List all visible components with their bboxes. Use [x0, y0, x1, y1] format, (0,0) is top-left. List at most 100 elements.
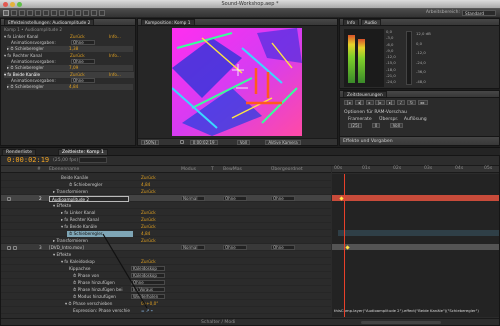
layer-property-row[interactable]: ⏱ Phase von Kaleidoskop: [1, 272, 331, 279]
preview-header: Zeitsteuerungen: [340, 91, 499, 98]
layer-property-row[interactable]: Beide Kanäle Zurück: [1, 174, 331, 181]
layer-property-row[interactable]: ⏱ Phase hinzufügen Ohne: [1, 279, 331, 286]
layer-property-row[interactable]: ▾ ⏱ Phase verschieben 0x+0,0°: [1, 300, 331, 307]
pickwhip-line: [102, 233, 148, 309]
workspace-select[interactable]: Standard: [462, 10, 496, 16]
title-bar: Sound-Workshop.aep *: [0, 0, 500, 9]
trackmatte-select[interactable]: Ohne: [223, 196, 247, 201]
mode-select[interactable]: Normal: [181, 196, 205, 201]
eraser-tool-icon[interactable]: [91, 10, 97, 16]
zoom-tool-icon[interactable]: [19, 10, 25, 16]
slider-value[interactable]: 4,84: [69, 84, 78, 90]
brush-tool-icon[interactable]: [75, 10, 81, 16]
tab-composition[interactable]: Komposition: Komp 1: [141, 19, 195, 25]
tab-audio[interactable]: Audio: [360, 19, 381, 25]
audio-header: Info Audio: [340, 19, 499, 26]
resolution-select[interactable]: Voll: [389, 123, 403, 128]
switches-modes-toggle[interactable]: Schalter / Modi: [201, 320, 235, 325]
skip-field[interactable]: 0: [371, 123, 381, 128]
ram-preview-options[interactable]: Optionen für RAM-Vorschau: [344, 110, 407, 115]
mode-select[interactable]: Normal: [181, 245, 205, 250]
composition-viewer[interactable]: [138, 26, 337, 138]
hand-tool-icon[interactable]: [11, 10, 17, 16]
layer-property-row-selected[interactable]: ⏱ Schieberegler 4,84: [1, 230, 331, 237]
tab-effect-controls[interactable]: Effekteinstellungen: Audioamplitude 2: [4, 19, 95, 25]
timeline-footer: Schalter / Modi: [1, 318, 499, 325]
expression-row[interactable]: Expression: Phase verschie = ↗ ⌁: [1, 307, 331, 314]
prev-frame-button[interactable]: ◂|: [354, 100, 365, 105]
audio-icon[interactable]: [13, 245, 17, 250]
layer-property-row[interactable]: ▸ fx Linker Kanal Zurück: [1, 209, 331, 216]
pan-behind-tool-icon[interactable]: [43, 10, 49, 16]
layer-property-row[interactable]: ▸ fx Rechter Kanal Zurück: [1, 216, 331, 223]
layer-property-row[interactable]: ▾ Effekte: [1, 202, 331, 209]
composition-footer: (50%) 0:00:02:19 Voll Aktive Kamera: [138, 138, 337, 145]
ram-preview-button[interactable]: ▸▸: [417, 100, 428, 105]
effect-row-slider[interactable]: ▸ ⏱ Schieberegler 1,38: [7, 46, 133, 52]
tab-effects-presets[interactable]: Effekte und Vorgaben: [340, 136, 499, 145]
layer-search-input[interactable]: [79, 157, 107, 163]
layer-row[interactable]: 3 [DVD_Intro.mov] Normal Ohne Ohne: [1, 244, 331, 251]
last-frame-button[interactable]: ▸|: [385, 100, 396, 105]
zoom-slider[interactable]: [361, 321, 441, 324]
audio-panel: Info Audio 0,0 -3,0 -6,0 -9,0 -12,0 -15,0 -1…: [339, 18, 500, 89]
layer-bar-dvd-intro[interactable]: [332, 244, 499, 250]
first-frame-button[interactable]: |◂: [344, 100, 354, 105]
mask-tool-icon[interactable]: [51, 10, 57, 16]
expression-text[interactable]: thisComp.layer("Audioamplitude 2").effec…: [334, 307, 497, 314]
snapshot-icon[interactable]: [180, 140, 185, 144]
slider-value[interactable]: 7,09: [69, 65, 78, 71]
current-timecode[interactable]: 0:00:02:19: [7, 156, 49, 164]
preview-panel: Zeitsteuerungen |◂ ◂| ▸ |▸ ▸| ♪ ↻ ▸▸ Opt…: [339, 90, 500, 146]
window-title: Sound-Workshop.aep *: [221, 1, 279, 7]
resolution-select[interactable]: Voll: [236, 140, 251, 145]
current-time-indicator[interactable]: [344, 174, 345, 317]
camera-tool-icon[interactable]: [35, 10, 41, 16]
layer-property-row[interactable]: ▾ Effekte: [1, 251, 331, 258]
layer-property-row[interactable]: ▸ Transformieren Zurück: [1, 237, 331, 244]
layer-name[interactable]: [DVD_Intro.mov]: [49, 244, 84, 251]
layer-property-row[interactable]: ⏱ Schieberegler 4,84: [1, 181, 331, 188]
presets-select[interactable]: Ohne: [71, 59, 95, 64]
zoom-select[interactable]: (50%): [141, 140, 160, 145]
parent-select[interactable]: Ohne: [271, 196, 295, 201]
visibility-icon[interactable]: [7, 196, 11, 201]
layer-property-row[interactable]: ⏱ Phase hinzufügen bei Im Voraus: [1, 286, 331, 293]
selection-tool-icon[interactable]: [3, 10, 9, 16]
layer-property-row[interactable]: Kippachse Kaleidoskop: [1, 265, 331, 272]
layer-property-row[interactable]: ▾ fx Beide Kanäle Zurück: [1, 223, 331, 230]
effect-row-slider[interactable]: ▸ ⏱ Schieberegler 4,84: [7, 84, 133, 90]
volume-slider[interactable]: [406, 31, 412, 85]
layer-property-row[interactable]: ▸ Transformieren Zurück: [1, 188, 331, 195]
audio-toggle-button[interactable]: ♪: [396, 100, 406, 105]
loop-button[interactable]: ↻: [406, 100, 417, 105]
text-tool-icon[interactable]: [67, 10, 73, 16]
rotate-tool-icon[interactable]: [27, 10, 33, 16]
presets-select[interactable]: Ohne: [71, 78, 95, 83]
comp-timecode[interactable]: 0:00:02:19: [189, 140, 218, 145]
clone-stamp-tool-icon[interactable]: [83, 10, 89, 16]
timeline-tracks[interactable]: thisComp.layer("Audioamplitude 2").effec…: [332, 174, 499, 317]
layer-property-row[interactable]: ⏱ Modus hinzufügen Wiederholen: [1, 293, 331, 300]
slider-value[interactable]: 1,38: [69, 46, 78, 52]
parent-select[interactable]: Ohne: [271, 245, 295, 250]
pen-tool-icon[interactable]: [59, 10, 65, 16]
layer-bar-audioamplitude[interactable]: [332, 195, 499, 201]
effect-row-slider[interactable]: ▸ ⏱ Schieberegler 7,09: [7, 65, 133, 71]
framerate-select[interactable]: (25): [348, 123, 363, 128]
time-ruler[interactable]: 00s 01s 02s 03s 04s 05s: [332, 166, 499, 173]
trackmatte-select[interactable]: Ohne: [223, 245, 247, 250]
presets-select[interactable]: Ohne: [71, 40, 95, 45]
layer-property-row[interactable]: ▾ fx Kaleidoskop Zurück: [1, 258, 331, 265]
next-frame-button[interactable]: |▸: [375, 100, 385, 105]
layer-name-field[interactable]: Audioamplitude 2: [49, 195, 129, 202]
visibility-icon[interactable]: [7, 245, 11, 250]
tab-preview[interactable]: Zeitsteuerungen: [343, 91, 387, 97]
workspace-label: Arbeitsbereich:: [425, 10, 460, 15]
camera-select[interactable]: Aktive Kamera: [265, 140, 301, 145]
play-button[interactable]: ▸: [365, 100, 374, 105]
layer-row[interactable]: 2 Audioamplitude 2 Normal Ohne Ohne: [1, 195, 331, 202]
tab-info[interactable]: Info: [343, 19, 360, 25]
puppet-tool-icon[interactable]: [99, 10, 105, 16]
fps-label: (25,00 fps): [53, 158, 79, 163]
